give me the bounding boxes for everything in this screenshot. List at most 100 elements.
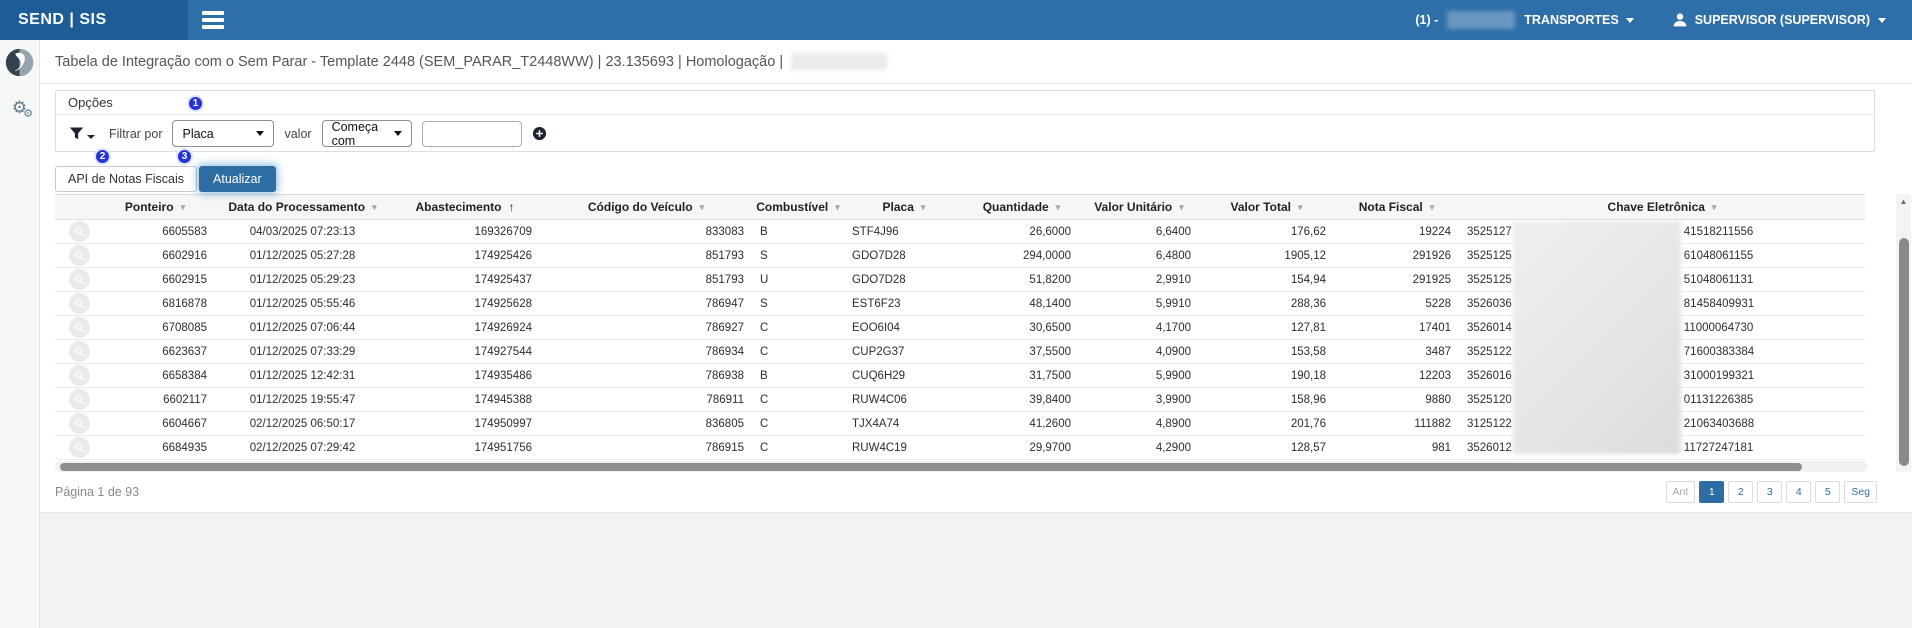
column-header-label: Combustível <box>756 200 828 214</box>
app-brand: SEND | SIS <box>0 0 188 40</box>
hamburger-menu-icon[interactable] <box>202 8 224 33</box>
filter-caret-icon[interactable]: ▾ <box>181 202 186 213</box>
filter-value-input[interactable] <box>422 121 522 147</box>
settings-gears-icon[interactable]: ⚙⚙ <box>12 99 27 116</box>
filter-caret-icon[interactable]: ▾ <box>1430 202 1435 213</box>
column-header[interactable]: Abastecimento ↑ <box>390 195 540 220</box>
column-header[interactable]: Valor Total ▾ <box>1199 195 1334 220</box>
column-header[interactable]: Valor Unitário ▾ <box>1079 195 1199 220</box>
api-notas-fiscais-button[interactable]: API de Notas Fiscais <box>55 166 197 192</box>
pager-page-button[interactable]: 4 <box>1786 481 1811 503</box>
chave-prefix: 3525122 <box>1467 346 1512 358</box>
cell-abastecimento: 174935486 <box>390 364 540 388</box>
column-header-label: Chave Eletrônica <box>1608 200 1705 214</box>
row-detail-magnifier-button[interactable] <box>69 437 90 458</box>
chave-suffix: 11727247181 <box>1684 442 1754 454</box>
filter-caret-icon[interactable]: ▾ <box>1056 202 1061 213</box>
cell-valor-unitario: 4,1700 <box>1079 316 1199 340</box>
vertical-scrollbar-thumb[interactable] <box>1899 238 1909 466</box>
pager-page-button[interactable]: 2 <box>1728 481 1753 503</box>
refresh-button[interactable]: Atualizar <box>199 166 276 192</box>
cell-quantidade: 48,1400 <box>964 292 1079 316</box>
chave-suffix: 11000064730 <box>1684 322 1754 334</box>
filter-caret-icon[interactable]: ▾ <box>700 202 705 213</box>
cell-ponteiro: 6604667 <box>95 412 215 436</box>
cell-codigo-veiculo: 786947 <box>540 292 752 316</box>
row-detail-magnifier-button[interactable] <box>69 245 90 266</box>
horizontal-scrollbar[interactable] <box>55 461 1867 472</box>
row-actions-cell <box>55 268 95 292</box>
column-header[interactable]: Chave Eletrônica ▾ <box>1459 195 1865 220</box>
title-bar: Tabela de Integração com o Sem Parar - T… <box>40 40 1912 84</box>
column-header[interactable]: Combustível ▾ <box>752 195 844 220</box>
filter-caret-icon[interactable]: ▾ <box>372 202 377 213</box>
column-header[interactable]: Data do Processamento ▾ <box>215 195 390 220</box>
sort-asc-icon[interactable]: ↑ <box>509 200 515 214</box>
cell-valor-unitario: 3,9900 <box>1079 388 1199 412</box>
filter-caret-icon[interactable]: ▾ <box>1298 202 1303 213</box>
actions-row: API de Notas Fiscais Atualizar <box>55 166 276 192</box>
pager-page-button[interactable]: 3 <box>1757 481 1782 503</box>
row-actions-cell <box>55 388 95 412</box>
cell-codigo-veiculo: 786915 <box>540 436 752 460</box>
cell-nota-fiscal: 291925 <box>1334 268 1459 292</box>
cell-valor-total: 127,81 <box>1199 316 1334 340</box>
filter-field-select[interactable]: Placa <box>172 120 274 147</box>
row-detail-magnifier-button[interactable] <box>69 365 90 386</box>
operator-value: Começa com <box>332 120 394 148</box>
column-header[interactable]: Ponteiro ▾ <box>95 195 215 220</box>
horizontal-scrollbar-thumb[interactable] <box>60 463 1802 471</box>
column-header[interactable]: Quantidade ▾ <box>964 195 1079 220</box>
row-detail-magnifier-button[interactable] <box>69 269 90 290</box>
user-dropdown[interactable]: SUPERVISOR (SUPERVISOR) <box>1671 11 1886 29</box>
chave-suffix: 21063403688 <box>1684 418 1754 430</box>
cell-valor-total: 288,36 <box>1199 292 1334 316</box>
magnifier-icon <box>74 322 86 334</box>
cell-placa: EOO6I04 <box>844 316 964 340</box>
cell-valor-total: 128,57 <box>1199 436 1334 460</box>
scroll-up-arrow-icon[interactable]: ▲ <box>1896 194 1911 208</box>
magnifier-icon <box>74 370 86 382</box>
column-header-label: Abastecimento <box>415 200 501 214</box>
company-label: TRANSPORTES <box>1524 13 1618 27</box>
add-filter-button[interactable] <box>532 126 547 141</box>
row-detail-magnifier-button[interactable] <box>69 389 90 410</box>
row-detail-magnifier-button[interactable] <box>69 413 90 434</box>
filter-caret-icon[interactable]: ▾ <box>1712 202 1717 213</box>
filter-caret-icon[interactable]: ▾ <box>1179 202 1184 213</box>
chave-suffix: 81458409931 <box>1684 298 1754 310</box>
operator-select[interactable]: Começa com <box>322 120 412 147</box>
filter-caret-icon[interactable]: ▾ <box>835 202 840 213</box>
column-header[interactable]: Placa ▾ <box>844 195 964 220</box>
magnifier-icon <box>74 274 86 286</box>
column-header[interactable]: Nota Fiscal ▾ <box>1334 195 1459 220</box>
cell-valor-unitario: 2,9910 <box>1079 268 1199 292</box>
pager-page-button[interactable]: 1 <box>1699 481 1724 503</box>
vertical-scrollbar[interactable]: ▲ <box>1896 194 1911 472</box>
topbar: SEND | SIS (1) - TRANSPORTES SUPERVISOR … <box>0 0 1912 40</box>
row-detail-magnifier-button[interactable] <box>69 293 90 314</box>
pager-page-button[interactable]: 5 <box>1815 481 1840 503</box>
row-actions-cell <box>55 292 95 316</box>
chave-prefix: 3125122 <box>1467 418 1512 430</box>
filter-menu-button[interactable] <box>68 125 95 142</box>
cell-ponteiro: 6602916 <box>95 244 215 268</box>
redacted-title-segment <box>791 53 887 70</box>
filter-caret-icon[interactable]: ▾ <box>921 202 926 213</box>
pager-prev-button[interactable]: Ant <box>1666 481 1696 503</box>
pager-next-button[interactable]: Seg <box>1844 481 1877 503</box>
cell-abastecimento: 174925437 <box>390 268 540 292</box>
row-detail-magnifier-button[interactable] <box>69 317 90 338</box>
row-detail-magnifier-button[interactable] <box>69 341 90 362</box>
redacted-company-name <box>1447 11 1515 29</box>
row-actions-cell <box>55 412 95 436</box>
cell-placa: TJX4A74 <box>844 412 964 436</box>
user-icon <box>1671 11 1689 29</box>
cell-abastecimento: 174925628 <box>390 292 540 316</box>
row-detail-magnifier-button[interactable] <box>69 221 90 242</box>
cell-placa: EST6F23 <box>844 292 964 316</box>
cell-data-processamento: 01/12/2025 05:27:28 <box>215 244 390 268</box>
cell-codigo-veiculo: 786938 <box>540 364 752 388</box>
company-dropdown[interactable]: TRANSPORTES <box>1524 13 1633 27</box>
column-header[interactable]: Código do Veículo ▾ <box>540 195 752 220</box>
